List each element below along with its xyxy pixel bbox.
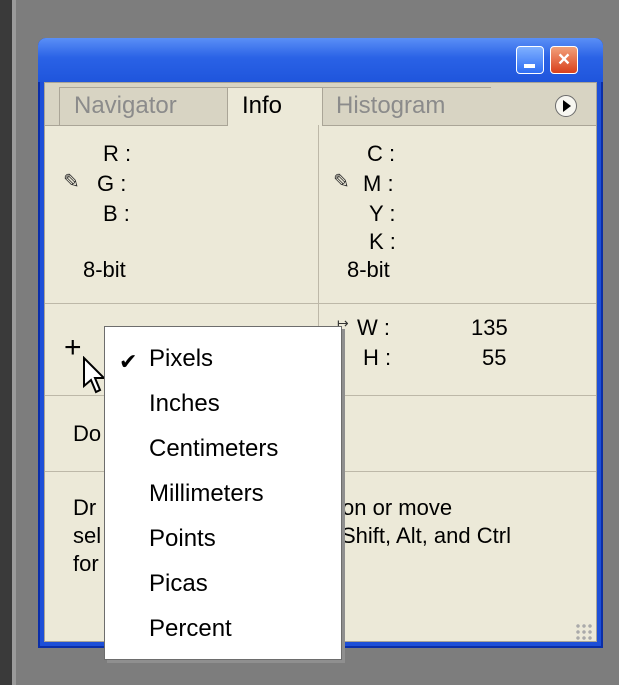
rgb-depth: 8-bit (83, 257, 126, 282)
title-bar[interactable]: × (38, 38, 603, 82)
mouse-cursor-icon (83, 356, 106, 394)
column-divider-top (318, 125, 319, 303)
cmyk-c-label: C : (367, 141, 396, 166)
width-value: 135 (471, 315, 508, 340)
doc-info-label: Do (73, 421, 102, 446)
minimize-icon[interactable] (516, 46, 544, 74)
eyedropper-cmyk-icon[interactable]: ✎ (333, 169, 350, 194)
units-dropdown-menu: ✔ Pixels Inches Centimeters Millimeters … (104, 326, 342, 660)
status-right-line-1: tion or move (331, 495, 453, 520)
tab-navigator[interactable]: Navigator (59, 87, 229, 125)
rgb-g-label: G : (97, 171, 127, 196)
height-label: H : (363, 345, 392, 370)
close-icon[interactable]: × (550, 46, 578, 74)
menu-item-pixels[interactable]: Pixels (149, 345, 213, 373)
rgb-r-label: R : (103, 141, 132, 166)
menu-item-millimeters[interactable]: Millimeters (149, 480, 264, 508)
menu-item-percent[interactable]: Percent (149, 615, 232, 643)
cmyk-y-label: Y : (369, 201, 396, 226)
tab-histogram[interactable]: Histogram (321, 87, 491, 125)
status-right-line-2: Shift, Alt, and Ctrl (341, 523, 511, 548)
cmyk-depth: 8-bit (347, 257, 390, 282)
check-icon: ✔ (119, 349, 138, 374)
tab-bar: Navigator Histogram Info (45, 83, 596, 126)
eyedropper-icon[interactable]: ✎ (63, 169, 80, 194)
status-left-line-3: for (73, 551, 99, 576)
rgb-b-label: B : (103, 201, 130, 226)
menu-item-inches[interactable]: Inches (149, 390, 220, 418)
palette-menu-icon[interactable] (555, 95, 577, 117)
crosshair-icon[interactable]: + (64, 333, 82, 363)
desktop-edge (0, 0, 12, 685)
status-left-line-1: Dr (73, 495, 97, 520)
status-left-line-2: sel (73, 523, 102, 548)
tab-info[interactable]: Info (227, 87, 323, 126)
menu-item-picas[interactable]: Picas (149, 570, 208, 598)
row-divider-1 (45, 303, 596, 304)
cmyk-k-label: K : (369, 229, 396, 254)
height-value: 55 (482, 345, 507, 370)
width-label: W : (357, 315, 390, 340)
menu-item-centimeters[interactable]: Centimeters (149, 435, 278, 463)
desktop-edge-highlight (12, 0, 16, 685)
cmyk-m-label: M : (363, 171, 394, 196)
resize-grip-icon[interactable] (575, 623, 593, 641)
menu-item-points[interactable]: Points (149, 525, 216, 553)
